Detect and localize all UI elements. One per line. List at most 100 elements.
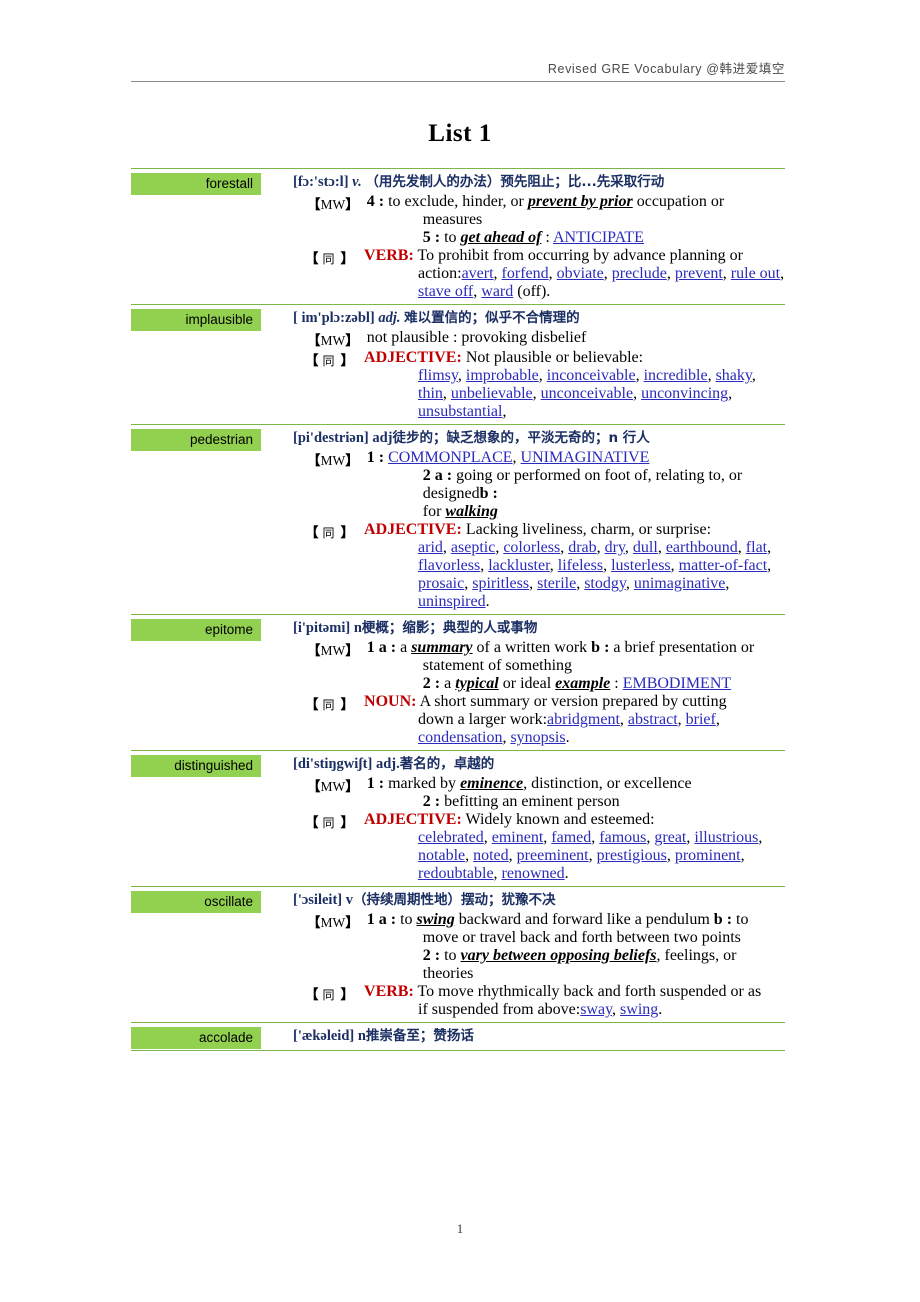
synonym-link[interactable]: unconceivable (541, 385, 633, 402)
synonym-pos-label: NOUN: (364, 693, 417, 710)
synonym-word-list: flimsy, improbable, inconceivable, incre… (418, 367, 756, 420)
synonym-block: 【同】 ADJECTIVE: Lacking liveliness, charm,… (293, 521, 785, 611)
synonym-link[interactable]: redoubtable (418, 865, 494, 882)
synonym-body: VERB: To move rhythmically back and fort… (358, 983, 785, 1019)
headword-badge[interactable]: distinguished (131, 755, 261, 777)
synonym-link[interactable]: famous (599, 829, 646, 846)
headword-badge[interactable]: epitome (131, 619, 261, 641)
headword-badge[interactable]: pedestrian (131, 429, 261, 451)
synonym-link[interactable]: stodgy (584, 575, 626, 592)
synonym-definition: VERB: To prohibit from occurring by adva… (364, 247, 743, 264)
synonym-link[interactable]: prevent (675, 265, 723, 282)
synonym-link[interactable]: notable (418, 847, 465, 864)
synonym-link[interactable]: uninspired (418, 593, 486, 610)
synonym-word-list: arid, aseptic, colorless, drab, dry, dul… (418, 539, 772, 610)
synonym-link[interactable]: condensation (418, 729, 502, 746)
mw-label: 【MW】 (307, 779, 359, 794)
synonym-link[interactable]: abridgment (547, 711, 620, 728)
synonym-link[interactable]: arid (418, 539, 443, 556)
headword-badge[interactable]: implausible (131, 309, 261, 331)
headword-badge[interactable]: oscillate (131, 891, 261, 913)
synonym-link[interactable]: inconceivable (547, 367, 636, 384)
synonym-word-list: celebrated, eminent, famed, famous, grea… (418, 829, 763, 882)
cross-reference-link[interactable]: UNIMAGINATIVE (521, 449, 650, 466)
merriam-webster-block: 【MW】 not plausible : provoking disbelief (293, 329, 785, 349)
synonym-link[interactable]: lifeless (558, 557, 603, 574)
headword-badge[interactable]: accolade (131, 1027, 261, 1049)
synonym-link[interactable]: synopsis (510, 729, 565, 746)
synonym-link[interactable]: avert (462, 265, 494, 282)
synonym-link[interactable]: unimaginative (634, 575, 726, 592)
synonym-link[interactable]: thin (418, 385, 443, 402)
synonym-link[interactable]: shaky (716, 367, 752, 384)
cross-reference-link[interactable]: EMBODIMENT (623, 675, 731, 692)
synonym-link[interactable]: preeminent (517, 847, 589, 864)
cross-reference-link[interactable]: ANTICIPATE (553, 229, 644, 246)
synonym-link[interactable]: renowned (502, 865, 565, 882)
synonym-link[interactable]: unbelievable (451, 385, 533, 402)
synonym-link[interactable]: flat (746, 539, 767, 556)
headword-definition-line: [ im'plɔ:zəbl] adj. 难以置信的；似乎不合情理的 (293, 308, 785, 328)
synonym-link[interactable]: flimsy (418, 367, 458, 384)
synonym-link[interactable]: matter-of-fact (679, 557, 768, 574)
sense-number: 1 : (366, 449, 385, 466)
part-of-speech: adj. (378, 310, 401, 326)
synonym-link[interactable]: rule out (731, 265, 780, 282)
mw-sense-line: 1 : marked by eminence, distinction, or … (366, 775, 692, 792)
synonym-link[interactable]: abstract (628, 711, 678, 728)
synonym-link[interactable]: drab (568, 539, 596, 556)
part-of-speech: adj. (375, 756, 400, 772)
synonym-link[interactable]: colorless (503, 539, 560, 556)
synonym-link[interactable]: swing (620, 1001, 658, 1018)
synonym-body: ADJECTIVE: Not plausible or believable: f… (358, 349, 785, 421)
synonym-link[interactable]: flavorless (418, 557, 480, 574)
mw-sense-line: 1 : COMMONPLACE, UNIMAGINATIVE (366, 449, 650, 466)
synonym-link[interactable]: ward (481, 283, 513, 300)
synonym-link[interactable]: lackluster (488, 557, 550, 574)
synonym-link[interactable]: illustrious (694, 829, 758, 846)
synonym-link[interactable]: improbable (466, 367, 539, 384)
synonym-link[interactable]: celebrated (418, 829, 484, 846)
synonym-link[interactable]: great (654, 829, 686, 846)
synonym-link[interactable]: brief (686, 711, 716, 728)
synonym-pos-label: ADJECTIVE: (364, 521, 462, 538)
headword-definition-line: [fɔ:'stɔ:l] v. （用先发制人的办法）预先阻止；比...先采取行动 (293, 172, 785, 192)
headword-definition-line: ['ækəleid] n推崇备至；赞扬话 (293, 1026, 785, 1046)
mw-sense-line: 1 a : a summary of a written work b : a … (366, 639, 755, 656)
synonym-link[interactable]: lusterless (611, 557, 671, 574)
synonym-link[interactable]: unconvincing (641, 385, 728, 402)
phonetic-transcription: ['ækəleid] (293, 1028, 355, 1044)
synonym-link[interactable]: dull (633, 539, 658, 556)
sense-subletter: b : (479, 485, 498, 502)
synonym-link[interactable]: noted (473, 847, 509, 864)
cross-reference-link[interactable]: COMMONPLACE (388, 449, 512, 466)
sense-number: 1 : (366, 775, 385, 792)
synonym-link[interactable]: obviate (557, 265, 604, 282)
synonym-block: 【同】 ADJECTIVE: Widely known and esteemed:… (293, 811, 785, 883)
synonym-link[interactable]: stave off (418, 283, 473, 300)
synonym-link[interactable]: spiritless (472, 575, 529, 592)
sense-number: 2 a : (422, 467, 453, 484)
synonym-link[interactable]: preclude (612, 265, 667, 282)
synonym-link[interactable]: sterile (537, 575, 576, 592)
mw-label: 【MW】 (307, 453, 359, 468)
emphasised-phrase: summary (411, 639, 473, 656)
running-header: Revised GRE Vocabulary @韩进爱填空 (131, 58, 785, 82)
synonym-link[interactable]: prestigious (597, 847, 667, 864)
part-of-speech: v (345, 892, 353, 908)
phonetic-transcription: [pi'destriən] (293, 430, 369, 446)
synonym-link[interactable]: unsubstantial (418, 403, 502, 420)
synonym-link[interactable]: eminent (492, 829, 544, 846)
synonym-pos-label: VERB: (364, 983, 414, 1000)
headword-badge[interactable]: forestall (131, 173, 261, 195)
synonym-link[interactable]: incredible (644, 367, 708, 384)
synonym-link[interactable]: prosaic (418, 575, 464, 592)
synonym-link[interactable]: prominent (675, 847, 741, 864)
synonym-link[interactable]: earthbound (666, 539, 738, 556)
synonym-link[interactable]: forfend (502, 265, 549, 282)
vocabulary-entry: epitome [i'pitəmi] n梗概；缩影；典型的人或事物 【MW】 1 a … (131, 614, 785, 750)
synonym-link[interactable]: famed (551, 829, 591, 846)
synonym-link[interactable]: aseptic (451, 539, 495, 556)
synonym-link[interactable]: sway (580, 1001, 612, 1018)
synonym-link[interactable]: dry (605, 539, 625, 556)
